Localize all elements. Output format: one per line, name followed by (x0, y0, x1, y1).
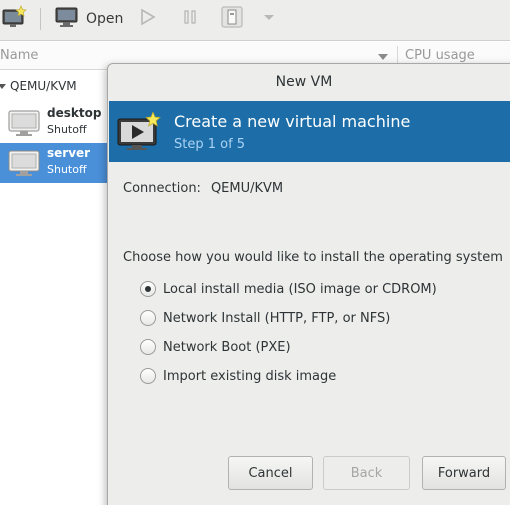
connection-group-row[interactable]: QEMU/KVM (0, 76, 77, 96)
name-column-header[interactable]: Name (0, 48, 38, 63)
wizard-banner: Create a new virtual machine Step 1 of 5 (109, 101, 510, 162)
vm-name: server (47, 146, 91, 160)
vm-state: Shutoff (47, 163, 87, 176)
radio-button[interactable] (140, 281, 156, 297)
pause-icon (181, 7, 199, 31)
forward-button[interactable]: Forward (422, 456, 506, 490)
option-import-disk-image[interactable]: Import existing disk image (140, 366, 336, 386)
open-button-label: Open (86, 11, 124, 27)
option-label[interactable]: Local install media (ISO image or CDROM) (163, 282, 437, 297)
vm-monitor-icon (8, 110, 40, 142)
dialog-title: New VM (275, 74, 333, 90)
vm-row-desktop[interactable]: desktop Shutoff (0, 103, 108, 143)
open-button[interactable]: Open (55, 6, 123, 32)
connection-label: Connection: (123, 181, 201, 196)
create-vm-icon (117, 111, 163, 156)
sort-arrow-icon (378, 54, 388, 60)
radio-button[interactable] (140, 310, 156, 326)
banner-title: Create a new virtual machine (174, 112, 411, 131)
banner-step: Step 1 of 5 (174, 137, 246, 152)
cancel-button[interactable]: Cancel (228, 456, 313, 490)
radio-button[interactable] (140, 339, 156, 355)
vm-name: desktop (47, 106, 102, 120)
shutdown-button[interactable] (221, 6, 243, 32)
pause-button[interactable] (181, 6, 199, 32)
option-network-install[interactable]: Network Install (HTTP, FTP, or NFS) (140, 308, 390, 328)
new-vm-icon (2, 5, 28, 33)
back-button[interactable]: Back (323, 456, 410, 490)
run-button[interactable] (139, 6, 157, 32)
option-label[interactable]: Network Boot (PXE) (163, 340, 291, 355)
shutdown-icon (221, 6, 243, 32)
expander-icon[interactable] (0, 83, 6, 89)
shutdown-menu-button[interactable] (262, 6, 276, 32)
option-network-boot[interactable]: Network Boot (PXE) (140, 337, 291, 357)
option-local-install-media[interactable]: Local install media (ISO image or CDROM) (140, 279, 437, 299)
install-method-prompt: Choose how you would like to install the… (123, 250, 503, 265)
connection-info: Connection: QEMU/KVM (123, 181, 283, 196)
option-label[interactable]: Network Install (HTTP, FTP, or NFS) (163, 311, 390, 326)
connection-group-label: QEMU/KVM (10, 79, 77, 93)
toolbar-separator (40, 8, 41, 30)
dropdown-arrow-icon (262, 10, 276, 28)
vm-state: Shutoff (47, 123, 87, 136)
cpu-usage-column-header[interactable]: CPU usage (405, 48, 475, 63)
new-vm-dialog: New VM Create a new virtual machine Step… (107, 63, 510, 505)
vm-row-server[interactable]: server Shutoff (0, 143, 108, 183)
radio-button[interactable] (140, 368, 156, 384)
main-toolbar: Open (0, 0, 510, 41)
connection-value: QEMU/KVM (210, 181, 284, 196)
open-console-icon (55, 6, 79, 32)
option-label[interactable]: Import existing disk image (163, 369, 336, 384)
new-vm-button[interactable] (2, 5, 28, 33)
run-icon (139, 7, 157, 31)
vm-monitor-icon (8, 150, 40, 182)
